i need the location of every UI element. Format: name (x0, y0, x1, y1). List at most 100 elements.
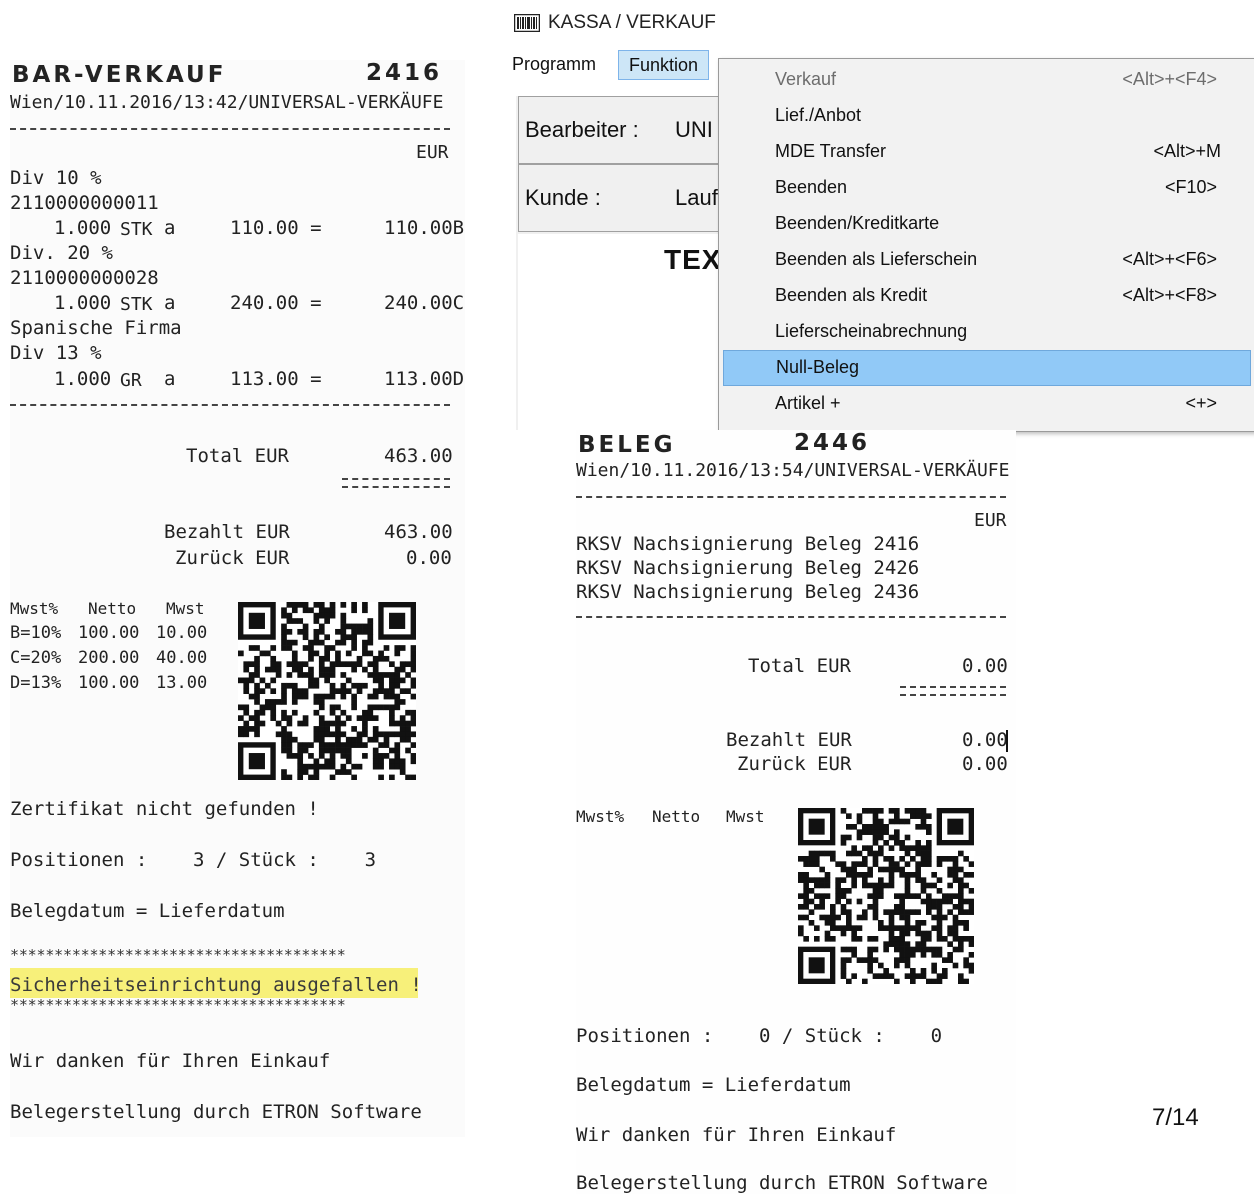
menu-item-label: MDE Transfer (775, 141, 887, 161)
positions-summary: Positionen : 0 / Stück : 0 (576, 1025, 943, 1047)
vat-header-net: Netto (88, 599, 137, 618)
receipt-subheader: Wien/10.11.2016/13:42/UNIVERSAL-VERKÄUFE (10, 92, 444, 113)
vat-header-net: Netto (652, 807, 701, 826)
rksv-line: RKSV Nachsignierung Beleg 2436 (576, 581, 920, 603)
total-label: Total EUR (748, 655, 851, 677)
stars-line: ************************************** (10, 996, 346, 1014)
line-qty: 1.000 (54, 368, 112, 390)
line-unit: STK (120, 219, 153, 240)
receipt-beleg: BELEG 2446 Wien/10.11.2016/13:54/UNIVERS… (576, 430, 1016, 1194)
stars-line: ************************************** (10, 946, 346, 964)
menu-item-shortcut: <Alt>+<F6> (1122, 249, 1217, 269)
belegdatum: Belegdatum = Lieferdatum (10, 900, 285, 922)
receipt-subheader: Wien/10.11.2016/13:54/UNIVERSAL-VERKÄUFE (576, 460, 1010, 481)
menu-item-mde-transfer[interactable]: MDE Transfer <Alt>+M (723, 135, 1249, 169)
vat-net: 100.00 (78, 623, 140, 643)
page-number: 7/14 (1152, 1104, 1199, 1131)
kassa-window: KASSA / VERKAUF Programm Funktion Bearbe… (502, 0, 1254, 434)
menu-item-artikel-plus[interactable]: Artikel + <+> (723, 387, 1249, 421)
thanks-message: Wir danken für Ihren Einkauf (576, 1124, 897, 1146)
bearbeiter-field[interactable]: UNI (675, 117, 713, 143)
menu-item-label: Beenden/Kreditkarte (775, 213, 940, 233)
change-label: Zurück EUR (737, 753, 852, 775)
footer-message: Belegerstellung durch ETRON Software (576, 1172, 988, 1194)
receipt-title: BAR-VERKAUF (12, 62, 227, 88)
menu-item-lief-anbot[interactable]: Lief./Anbot (723, 99, 1249, 133)
line-text: 2110000000028 (10, 267, 159, 289)
vat-header-vat: Mwst (166, 599, 205, 618)
menu-item-shortcut: <+> (1185, 393, 1217, 413)
line-a: a (164, 368, 176, 390)
menu-item-label: Artikel + (775, 393, 841, 413)
line-text: 2110000000011 (10, 192, 159, 214)
qr-code (238, 602, 416, 780)
menu-item-label: Lieferscheinabrechnung (775, 321, 968, 341)
line-a: a (164, 292, 176, 314)
total-label: Total EUR (186, 445, 289, 467)
menu-item-verkauf[interactable]: Verkauf <Alt>+<F4> (723, 63, 1249, 97)
paid-label: Bezahlt EUR (164, 521, 290, 543)
receipt-bar-verkauf: BAR-VERKAUF 2416 Wien/10.11.2016/13:42/U… (10, 60, 465, 1137)
rksv-line: RKSV Nachsignierung Beleg 2426 (576, 557, 920, 579)
menu-item-beenden-kreditkarte[interactable]: Beenden/Kreditkarte (723, 207, 1249, 241)
line-a: a (164, 217, 176, 239)
window-title: KASSA / VERKAUF (548, 12, 716, 33)
menu-item-beenden[interactable]: Beenden <F10> (723, 171, 1249, 205)
receipt-title: BELEG (578, 432, 676, 458)
currency-label: EUR (416, 142, 449, 163)
receipt-number: 2446 (794, 430, 871, 456)
total-value: 0.00 (962, 655, 1008, 677)
vat-header-rate: Mwst% (10, 599, 59, 618)
line-text: Div. 20 % (10, 242, 113, 264)
menu-item-shortcut: <Alt>+<F4> (1122, 69, 1217, 89)
vat-amount: 10.00 (156, 623, 208, 643)
menu-item-label: Beenden als Kredit (775, 285, 928, 305)
menu-item-beenden-lieferschein[interactable]: Beenden als Lieferschein <Alt>+<F6> (723, 243, 1249, 277)
security-message: Sicherheitseinrichtung ausgefallen ! (10, 974, 422, 996)
line-text: Div 10 % (10, 167, 102, 189)
line-price: 113.00 = (230, 368, 322, 390)
line-price: 240.00 = (230, 292, 322, 314)
menu-item-shortcut: <Alt>+M (1153, 141, 1221, 161)
change-label: Zurück EUR (175, 547, 290, 569)
divider (10, 128, 450, 130)
double-rule (342, 478, 450, 488)
certificate-message: Zertifikat nicht gefunden ! (10, 798, 319, 820)
kunde-field[interactable]: Lauf (675, 185, 718, 211)
footer-message: Belegerstellung durch ETRON Software (10, 1101, 422, 1123)
paid-value: 463.00 (384, 521, 453, 543)
divider (10, 404, 450, 406)
total-value: 463.00 (384, 445, 453, 467)
double-rule (900, 686, 1006, 696)
menu-funktion[interactable]: Funktion (618, 50, 710, 80)
kunde-label: Kunde : (525, 185, 601, 210)
line-unit: STK (120, 294, 153, 315)
menu-item-null-beleg[interactable]: Null-Beleg (723, 350, 1251, 386)
menu-item-lieferscheinabrechnung[interactable]: Lieferscheinabrechnung (723, 315, 1249, 349)
divider (576, 616, 1006, 618)
barcode-icon (514, 14, 540, 32)
vat-net: 100.00 (78, 673, 140, 693)
line-amount: 113.00D (384, 368, 465, 390)
line-amount: 240.00C (384, 292, 465, 314)
vat-amount: 40.00 (156, 648, 208, 668)
line-text: Spanische Firma (10, 317, 182, 339)
vat-rate: C=20% (10, 648, 62, 668)
line-qty: 1.000 (54, 217, 112, 239)
change-value: 0.00 (406, 547, 452, 569)
menu-item-label: Lief./Anbot (775, 105, 862, 125)
line-qty: 1.000 (54, 292, 112, 314)
vat-net: 200.00 (78, 648, 140, 668)
menu-item-beenden-kredit[interactable]: Beenden als Kredit <Alt>+<F8> (723, 279, 1249, 313)
rksv-line: RKSV Nachsignierung Beleg 2416 (576, 533, 920, 555)
menu-item-label: Beenden (775, 177, 848, 197)
funktion-dropdown-menu: Verkauf <Alt>+<F4> Lief./Anbot MDE Trans… (718, 58, 1254, 432)
line-unit: GR (120, 370, 142, 391)
text-cursor (1006, 730, 1008, 752)
currency-label: EUR (974, 510, 1007, 531)
menu-programm[interactable]: Programm (502, 50, 606, 78)
vat-header-vat: Mwst (726, 807, 765, 826)
vat-rate: D=13% (10, 673, 62, 693)
line-amount: 110.00B (384, 217, 465, 239)
menu-item-label: Null-Beleg (776, 357, 860, 377)
